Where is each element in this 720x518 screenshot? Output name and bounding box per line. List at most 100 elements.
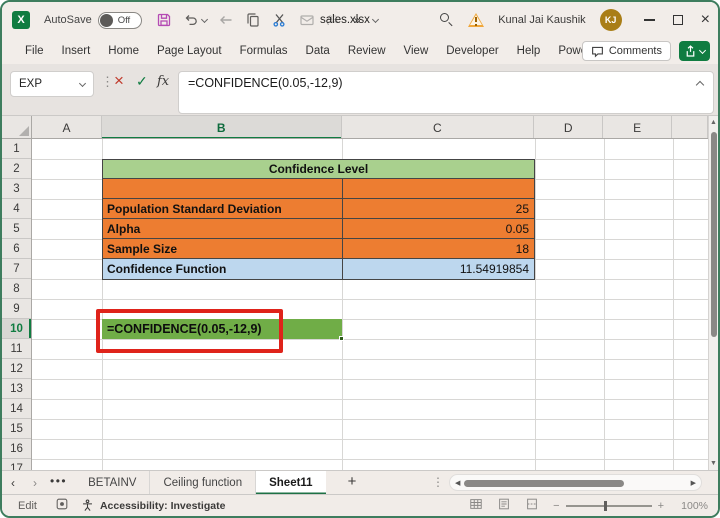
column-header-partial[interactable]: [672, 116, 708, 138]
row-header-10[interactable]: 10: [2, 319, 31, 339]
excel-app-icon[interactable]: X: [12, 11, 30, 29]
scroll-up-icon[interactable]: ▲: [709, 119, 718, 126]
zoom-in-icon[interactable]: +: [658, 500, 664, 512]
fill-handle[interactable]: [339, 336, 344, 341]
tab-home[interactable]: Home: [99, 38, 148, 64]
row-header-6[interactable]: 6: [2, 239, 31, 259]
sheet-cells-area[interactable]: Confidence Level Population Standard Dev…: [32, 139, 708, 470]
scroll-down-icon[interactable]: ▼: [709, 460, 718, 467]
enter-entry-button[interactable]: ✓: [136, 73, 148, 90]
cut-icon[interactable]: [272, 12, 288, 28]
row-header-15[interactable]: 15: [2, 419, 31, 439]
sheet-tab-ceiling-function[interactable]: Ceiling function: [150, 470, 257, 495]
zoom-slider[interactable]: − +: [553, 500, 664, 512]
new-sheet-button[interactable]: +: [326, 473, 371, 492]
tab-insert[interactable]: Insert: [53, 38, 100, 64]
table-row[interactable]: Population Standard Deviation 25: [103, 199, 534, 219]
save-icon[interactable]: [156, 12, 172, 28]
zoom-out-icon[interactable]: −: [553, 500, 559, 512]
row-header-7[interactable]: 7: [2, 259, 31, 279]
row-header-11[interactable]: 11: [2, 339, 31, 359]
page-layout-view-icon[interactable]: [497, 497, 511, 514]
active-cell-b10[interactable]: =CONFIDENCE(0.05,-12,9): [102, 319, 344, 341]
column-header-D[interactable]: D: [534, 116, 604, 138]
row-header-4[interactable]: 4: [2, 199, 31, 219]
tab-file[interactable]: File: [16, 38, 53, 64]
mail-icon[interactable]: [299, 12, 315, 28]
row-header-13[interactable]: 13: [2, 379, 31, 399]
document-title[interactable]: sales.xlsx: [320, 2, 379, 38]
sheet-tab-sheet11[interactable]: Sheet11: [256, 470, 326, 495]
horizontal-scroll-thumb[interactable]: [464, 479, 624, 487]
row-value[interactable]: 11.54919854: [343, 259, 534, 279]
tab-data[interactable]: Data: [297, 38, 339, 64]
tab-view[interactable]: View: [395, 38, 438, 64]
zoom-level[interactable]: 100%: [678, 500, 708, 512]
tab-page-layout[interactable]: Page Layout: [148, 38, 231, 64]
horizontal-scrollbar[interactable]: ◀ ▶: [449, 474, 702, 491]
row-header-16[interactable]: 16: [2, 439, 31, 459]
table-spacer-row[interactable]: [103, 179, 534, 199]
row-header-5[interactable]: 5: [2, 219, 31, 239]
row-value[interactable]: 25: [343, 199, 534, 218]
undo-button[interactable]: [183, 12, 208, 28]
vertical-scroll-thumb[interactable]: [710, 132, 717, 337]
select-all-corner[interactable]: [2, 116, 32, 139]
accessibility-status[interactable]: Accessibility: Investigate: [81, 499, 225, 512]
column-header-E[interactable]: E: [603, 116, 673, 138]
maximize-button[interactable]: [672, 15, 683, 25]
name-box[interactable]: EXP: [10, 71, 94, 97]
insert-function-button[interactable]: fx: [157, 74, 169, 89]
row-header-14[interactable]: 14: [2, 399, 31, 419]
row-header-1[interactable]: 1: [2, 139, 31, 159]
cancel-entry-button[interactable]: ×: [114, 71, 124, 91]
prev-sheet-button[interactable]: ‹: [2, 476, 24, 490]
row-value[interactable]: 0.05: [343, 219, 534, 238]
table-row[interactable]: Alpha 0.05: [103, 219, 534, 239]
tab-review[interactable]: Review: [339, 38, 395, 64]
page-break-view-icon[interactable]: [525, 497, 539, 514]
vertical-scrollbar[interactable]: ▲ ▼: [708, 116, 718, 470]
copy-icon[interactable]: [245, 12, 261, 28]
column-header-B[interactable]: B: [101, 116, 342, 138]
search-icon[interactable]: [440, 13, 454, 27]
column-header-C[interactable]: C: [342, 116, 535, 138]
sheet-tab-betainv[interactable]: BETAINV: [75, 470, 151, 495]
row-label[interactable]: Sample Size: [103, 239, 343, 258]
row-header-8[interactable]: 8: [2, 279, 31, 299]
tab-developer[interactable]: Developer: [437, 38, 507, 64]
macro-record-icon[interactable]: [55, 497, 69, 514]
row-header-12[interactable]: 12: [2, 359, 31, 379]
formula-bar-grip[interactable]: ⋮: [101, 74, 114, 90]
formula-input[interactable]: =CONFIDENCE(0.05,-12,9): [178, 71, 714, 114]
row-value[interactable]: 18: [343, 239, 534, 258]
collapse-formula-bar-icon[interactable]: [695, 80, 705, 90]
user-avatar[interactable]: KJ: [599, 9, 622, 31]
back-arrow-icon[interactable]: [218, 12, 234, 28]
tab-bar-grip[interactable]: ⋮: [432, 475, 444, 489]
autosave-toggle[interactable]: Off: [97, 11, 142, 29]
tab-formulas[interactable]: Formulas: [231, 38, 297, 64]
row-header-17[interactable]: 17: [2, 459, 31, 471]
scroll-right-icon[interactable]: ▶: [686, 479, 701, 487]
minimize-button[interactable]: [643, 19, 655, 21]
row-header-9[interactable]: 9: [2, 299, 31, 319]
normal-view-icon[interactable]: [469, 497, 483, 514]
close-button[interactable]: ×: [701, 12, 710, 28]
user-name[interactable]: Kunal Jai Kaushik: [498, 14, 585, 26]
row-label[interactable]: Confidence Function: [103, 259, 343, 279]
share-button[interactable]: [679, 41, 710, 61]
column-header-A[interactable]: A: [32, 116, 102, 138]
table-title-cell[interactable]: Confidence Level: [103, 160, 534, 179]
zoom-slider-thumb[interactable]: [603, 500, 607, 511]
warning-icon[interactable]: [468, 13, 485, 27]
table-row[interactable]: Confidence Function 11.54919854: [103, 259, 534, 279]
row-header-2[interactable]: 2: [2, 159, 31, 179]
row-header-3[interactable]: 3: [2, 179, 31, 199]
next-sheet-button[interactable]: ›: [24, 476, 46, 490]
more-sheets-button[interactable]: •••: [46, 474, 75, 492]
tab-help[interactable]: Help: [508, 38, 550, 64]
row-label[interactable]: Alpha: [103, 219, 343, 238]
comments-button[interactable]: Comments: [581, 41, 671, 61]
row-label[interactable]: Population Standard Deviation: [103, 199, 343, 218]
